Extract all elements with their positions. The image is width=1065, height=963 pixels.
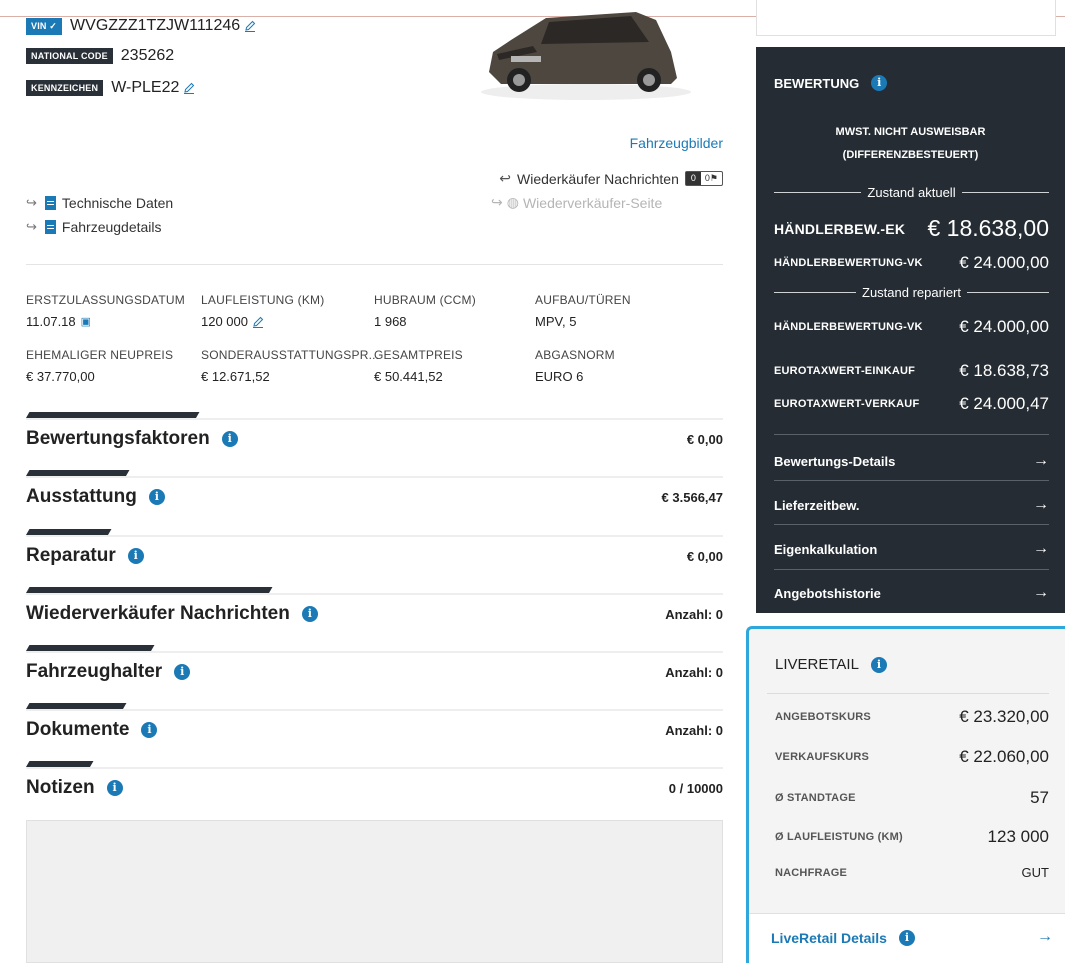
- eurotax-ek-row: EUROTAXWERT-EINKAUF € 18.638,73: [774, 361, 1049, 380]
- vin-value: WVGZZZ1TZJW111246: [70, 17, 241, 34]
- liveretail-row: VERKAUFSKURS € 22.060,00: [775, 747, 1049, 766]
- liveretail-details-link[interactable]: LiveRetail Details i →: [749, 913, 1065, 963]
- section-ausstattung[interactable]: Ausstattung i € 3.566,47: [26, 470, 723, 528]
- hook-arrow-icon: ↪: [491, 194, 503, 210]
- arrow-right-icon: →: [1037, 928, 1053, 945]
- hook-arrow-icon: ↪: [26, 195, 37, 210]
- section-reparatur[interactable]: Reparatur i € 0,00: [26, 529, 723, 587]
- section-dokumente[interactable]: Dokumente i Anzahl: 0: [26, 703, 723, 761]
- repariert-vk-row: HÄNDLERBEWERTUNG-VK € 24.000,00: [774, 317, 1049, 336]
- edit-pencil-icon[interactable]: [183, 82, 195, 94]
- info-icon[interactable]: i: [106, 780, 123, 796]
- kennzeichen-value: W-PLE22: [111, 79, 180, 96]
- spec-abgasnorm: ABGASNORM EURO 6: [535, 348, 615, 384]
- spec-neupreis: EHEMALIGER NEUPREIS € 37.770,00: [26, 348, 174, 384]
- info-icon[interactable]: i: [221, 431, 238, 447]
- spec-hubraum: HUBRAUM (CCM) 1 968: [374, 293, 476, 329]
- reply-icon: ↩: [499, 170, 512, 186]
- mwst-notice: MWST. NICHT AUSWEISBAR (DIFFERENZBESTEUE…: [835, 126, 986, 161]
- arrow-right-icon: →: [1033, 540, 1049, 557]
- liveretail-row: Ø STANDTAGE 57: [775, 788, 1049, 807]
- technische-daten-link[interactable]: ↪ Technische Daten: [26, 195, 173, 211]
- hook-arrow-icon: ↪: [26, 219, 37, 234]
- edit-pencil-icon[interactable]: [244, 20, 256, 32]
- arrow-right-icon: →: [1033, 584, 1049, 601]
- liveretail-row: Ø LAUFLEISTUNG (KM) 123 000: [775, 827, 1049, 846]
- info-icon[interactable]: i: [174, 664, 191, 680]
- document-icon: [44, 196, 56, 210]
- liveretail-row: ANGEBOTSKURS € 23.320,00: [775, 707, 1049, 726]
- haendler-ek-row: HÄNDLERBEW.-EK € 18.638,00: [774, 215, 1049, 241]
- section-wiederverkaeufer[interactable]: Wiederverkäufer Nachrichten i Anzahl: 0: [26, 587, 723, 645]
- liveretail-row: NACHFRAGE GUT: [775, 865, 1049, 880]
- flag-count: 0⚑: [704, 173, 718, 183]
- info-icon[interactable]: i: [898, 930, 915, 946]
- info-icon[interactable]: i: [870, 656, 887, 673]
- arrow-right-icon: →: [1033, 452, 1049, 469]
- arrow-right-icon: →: [1033, 496, 1049, 513]
- wiederkaeufer-nachrichten-row[interactable]: ↩ Wiederkäufer Nachrichten 0 0⚑: [499, 170, 723, 187]
- spec-erstzulassung: ERSTZULASSUNGSDATUM 11.07.18 ▣: [26, 293, 185, 329]
- vin-badge: VIN ✓: [26, 17, 63, 35]
- spec-gesamtpreis: GESAMTPREIS € 50.441,52: [374, 348, 463, 384]
- nav-angebotshistorie[interactable]: Angebotshistorie →: [774, 584, 1049, 602]
- national-code-badge: NATIONAL CODE: [26, 48, 113, 64]
- vehicle-main: VIN ✓ WVGZZZ1TZJW111246 NATIONAL CODE 23…: [26, 0, 723, 963]
- kennzeichen-badge: KENNZEICHEN: [26, 80, 104, 96]
- vin-row: VIN ✓ WVGZZZ1TZJW111246: [26, 17, 256, 35]
- liveretail-panel: LIVERETAIL i ANGEBOTSKURS € 23.320,00 VERK…: [746, 626, 1065, 963]
- vehicle-photo[interactable]: [471, 0, 701, 116]
- info-icon[interactable]: i: [127, 548, 144, 564]
- zustand-repariert-divider: Zustand repariert: [774, 285, 1049, 300]
- eurotax-vk-row: EUROTAXWERT-VERKAUF € 24.000,47: [774, 394, 1049, 413]
- info-icon[interactable]: i: [871, 75, 888, 91]
- zustand-aktuell-divider: Zustand aktuell: [774, 185, 1050, 200]
- bewertung-panel: BEWERTUNG i MWST. NICHT AUSWEISBAR (DIFFE…: [756, 47, 1065, 613]
- bewertung-title: BEWERTUNG i: [774, 75, 888, 91]
- info-icon[interactable]: i: [141, 722, 158, 738]
- wiederverkaeufer-seite-link: ↪ ◍ Wiederverkäufer-Seite: [491, 194, 663, 211]
- info-icon[interactable]: i: [301, 606, 318, 622]
- document-icon: [44, 220, 56, 234]
- notes-char-counter: 0 / 10000: [668, 781, 723, 796]
- notes-textarea[interactable]: [26, 820, 723, 963]
- section-bewertungsfaktoren[interactable]: Bewertungsfaktoren i € 0,00: [26, 412, 723, 470]
- nav-lieferzeitbew[interactable]: Lieferzeitbew. →: [774, 496, 1049, 514]
- liveretail-title: LIVERETAIL i: [775, 656, 887, 673]
- wiederkaeufer-nachrichten-label: Wiederkäufer Nachrichten: [517, 170, 679, 187]
- nav-bewertungs-details[interactable]: Bewertungs-Details →: [774, 452, 1049, 470]
- fahrzeugdetails-link[interactable]: ↪ Fahrzeugdetails: [26, 219, 162, 235]
- kennzeichen-row: KENNZEICHEN W-PLE22: [26, 79, 195, 97]
- calendar-icon: ▣: [80, 316, 92, 328]
- haendler-vk-row: HÄNDLERBEWERTUNG-VK € 24.000,00: [774, 253, 1049, 272]
- flag-icon: ⚑: [709, 173, 718, 183]
- national-code-row: NATIONAL CODE 235262: [26, 47, 174, 65]
- spec-aufbau: AUFBAU/TÜREN MPV, 5: [535, 293, 631, 329]
- spec-sonderausstattung: SONDERAUSSTATTUNGSPR... € 12.671,52: [201, 348, 380, 384]
- globe-icon: ◍: [506, 194, 519, 210]
- edit-pencil-icon[interactable]: [252, 316, 264, 328]
- top-action-button[interactable]: [756, 0, 1056, 36]
- section-notizen: Notizen i 0 / 10000: [26, 761, 723, 819]
- nav-eigenkalkulation[interactable]: Eigenkalkulation →: [774, 540, 1049, 558]
- national-code-value: 235262: [120, 47, 175, 64]
- section-fahrzeughalter[interactable]: Fahrzeughalter i Anzahl: 0: [26, 645, 723, 703]
- info-icon[interactable]: i: [148, 489, 165, 505]
- spec-laufleistung: LAUFLEISTUNG (KM) 120 000: [201, 293, 325, 329]
- divider: [26, 264, 723, 265]
- fahrzeugbilder-link[interactable]: Fahrzeugbilder: [630, 135, 723, 151]
- message-count-badge: 0 0⚑: [684, 171, 723, 186]
